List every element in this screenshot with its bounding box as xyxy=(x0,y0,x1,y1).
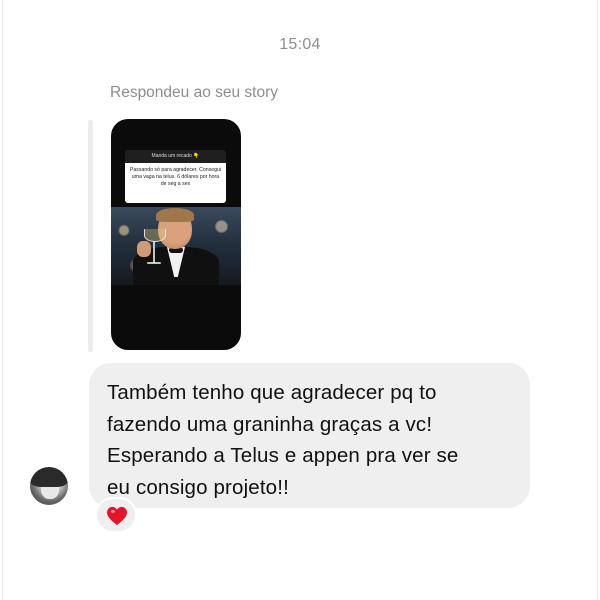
meme-hair xyxy=(156,208,194,222)
champagne-glass-icon xyxy=(144,229,166,242)
message-reaction[interactable] xyxy=(95,497,137,533)
chat-screen: 15:04 Respondeu ao seu story Manda um re… xyxy=(2,0,598,600)
avatar-hair xyxy=(30,467,68,487)
story-thumbnail[interactable]: Manda um recado 👇 Passando só para agrad… xyxy=(111,119,241,350)
message-timestamp: 15:04 xyxy=(279,36,321,53)
story-meme-image xyxy=(111,207,241,285)
glass-stem xyxy=(153,241,155,263)
reply-indicator-line xyxy=(88,120,93,352)
glass-base xyxy=(147,262,161,264)
red-heart-icon xyxy=(107,506,127,526)
sender-avatar[interactable] xyxy=(30,467,68,505)
question-sticker-text: Passando só para agradecer. Consegui uma… xyxy=(125,163,226,203)
meme-hand xyxy=(137,241,151,257)
story-reply-label: Respondeu ao seu story xyxy=(110,84,279,101)
question-sticker-header: Manda um recado 👇 xyxy=(125,150,226,163)
message-bubble[interactable]: Também tenho que agradecer pq to fazendo… xyxy=(89,363,530,508)
